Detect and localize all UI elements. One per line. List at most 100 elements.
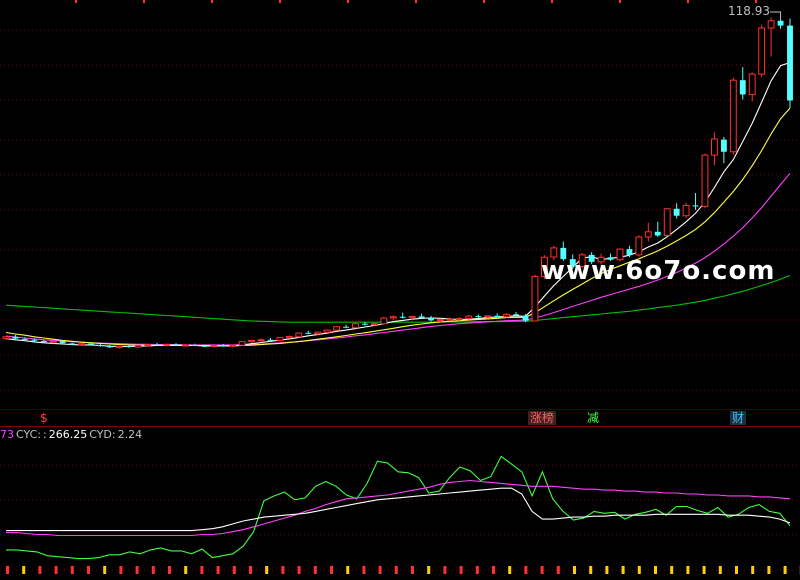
- volume-tick-39: [637, 566, 641, 574]
- top-tick-4: [347, 0, 349, 3]
- volume-tick-13: [216, 566, 220, 574]
- top-tick-8: [619, 0, 621, 3]
- candle-body-20: [191, 344, 198, 346]
- top-tick-9: [687, 0, 689, 3]
- candle-body-24: [229, 344, 237, 347]
- candle-body-74: [701, 154, 709, 207]
- candle-body-69: [654, 231, 661, 236]
- volume-tick-24: [394, 566, 398, 574]
- candle-body-33: [314, 331, 322, 335]
- candle-body-71: [673, 208, 680, 216]
- candle-body-14: [134, 345, 142, 348]
- volume-tick-48: [783, 566, 787, 574]
- candle-body-9: [88, 343, 94, 345]
- volume-tick-45: [735, 566, 738, 574]
- volume-tick-14: [232, 566, 236, 574]
- candle-body-8: [78, 343, 85, 346]
- candle-body-78: [739, 80, 746, 95]
- volume-tick-21: [346, 566, 350, 574]
- volume-tick-19: [313, 566, 317, 574]
- candle-body-13: [125, 346, 132, 348]
- candle-body-23: [220, 345, 227, 347]
- candle-body-3: [31, 339, 38, 341]
- volume-tick-18: [297, 566, 301, 574]
- candle-body-1: [12, 336, 19, 339]
- candle-body-22: [210, 345, 218, 348]
- candle-body-44: [418, 316, 425, 318]
- candle-body-81: [767, 20, 775, 29]
- event-marker-b[interactable]: 涨榜: [528, 411, 557, 425]
- candle-body-40: [380, 317, 388, 325]
- volume-tick-38: [621, 566, 625, 574]
- candle-body-66: [626, 249, 633, 255]
- candle-body-76: [720, 139, 727, 152]
- indicator-line-ind_pink: [6, 479, 791, 537]
- candle-body-46: [437, 318, 444, 321]
- candle-body-7: [69, 343, 76, 345]
- event-marker-d[interactable]: 财: [730, 411, 747, 425]
- event-marker-c[interactable]: 减: [585, 411, 601, 425]
- volume-tick-42: [686, 566, 690, 574]
- candle-body-15: [144, 344, 152, 347]
- candle-body-53: [503, 313, 511, 318]
- candle-body-75: [711, 138, 718, 156]
- candle-body-21: [201, 345, 208, 347]
- volume-tick-47: [767, 566, 771, 574]
- event-marker-a[interactable]: $: [38, 411, 50, 425]
- volume-tick-4: [70, 566, 74, 574]
- volume-tick-15: [249, 566, 252, 574]
- candle-body-38: [362, 323, 368, 325]
- candle-body-19: [182, 344, 189, 347]
- volume-tick-10: [168, 566, 171, 574]
- volume-tick-8: [135, 566, 139, 574]
- volume-tick-32: [524, 566, 528, 574]
- price-max-label: 118.93: [728, 4, 770, 18]
- candle-body-16: [154, 344, 161, 346]
- top-tick-0: [75, 0, 77, 3]
- candle-body-52: [494, 315, 501, 317]
- volume-tick-17: [281, 566, 285, 574]
- volume-tick-35: [573, 566, 576, 574]
- candle-body-82: [777, 20, 784, 26]
- candle-body-70: [663, 208, 671, 236]
- candle-body-35: [333, 326, 341, 331]
- volume-tick-37: [605, 566, 609, 574]
- candle-body-83: [787, 25, 793, 101]
- candle-body-29: [276, 337, 284, 341]
- candle-body-42: [399, 316, 406, 318]
- volume-tick-46: [751, 566, 755, 574]
- candle-body-2: [21, 338, 28, 340]
- candle-body-72: [682, 204, 690, 217]
- candle-body-56: [531, 275, 539, 322]
- volume-tick-1: [22, 566, 26, 574]
- candle-body-55: [522, 315, 529, 321]
- volume-tick-40: [654, 566, 657, 574]
- candle-body-77: [729, 79, 737, 153]
- candle-body-18: [173, 344, 179, 346]
- top-tick-6: [483, 0, 485, 3]
- price-chart-svg: [0, 0, 800, 574]
- candle-body-10: [97, 344, 104, 347]
- volume-tick-22: [362, 566, 366, 574]
- top-tick-3: [279, 0, 281, 3]
- top-tick-2: [211, 0, 213, 3]
- candle-body-26: [248, 339, 256, 343]
- top-tick-1: [143, 0, 145, 3]
- candle-body-73: [692, 205, 699, 207]
- candle-body-68: [644, 231, 652, 238]
- candle-body-39: [370, 323, 378, 326]
- volume-tick-25: [411, 566, 414, 574]
- volume-tick-33: [540, 566, 544, 574]
- volume-tick-34: [556, 566, 560, 574]
- indicator-line-ind_line: [6, 455, 791, 560]
- ma-short-line: [5, 62, 791, 348]
- candle-body-79: [748, 73, 756, 95]
- candle-body-0: [2, 336, 10, 340]
- candle-body-17: [163, 343, 171, 346]
- candle-body-43: [408, 315, 416, 319]
- volume-tick-23: [378, 566, 382, 574]
- indicator-sep: :: [43, 428, 47, 441]
- indicator-name: CYC:: [16, 428, 41, 441]
- candle-body-51: [484, 315, 492, 318]
- candle-body-27: [257, 339, 265, 342]
